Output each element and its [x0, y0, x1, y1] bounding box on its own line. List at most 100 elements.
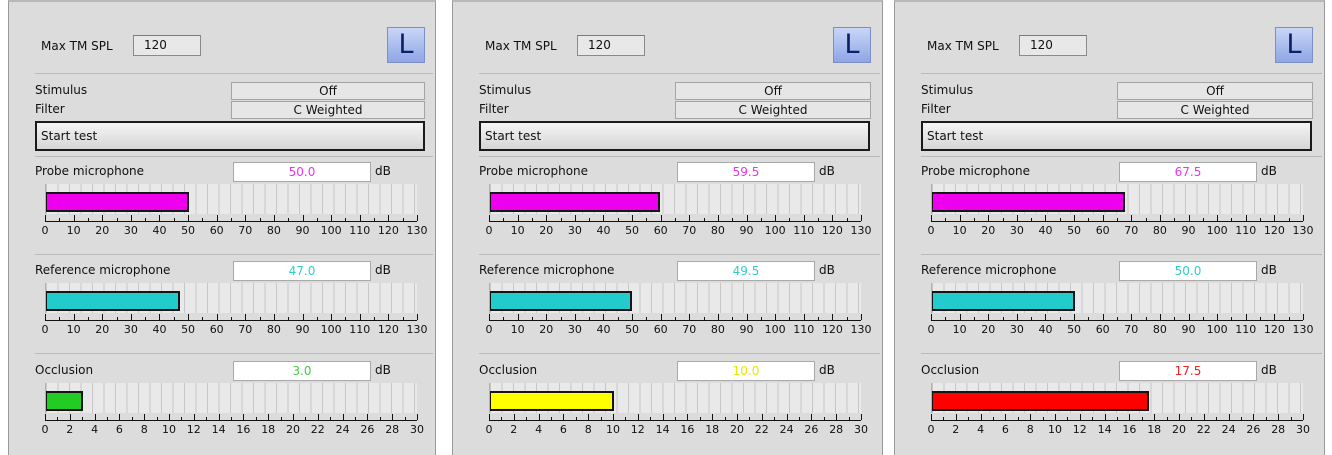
axis-tick	[194, 414, 195, 420]
axis-tick-label: 50	[1067, 323, 1082, 336]
axis-tick-label: 130	[1292, 323, 1314, 336]
axis-tick	[489, 414, 490, 420]
axis-tick	[663, 414, 664, 420]
axis-tick	[417, 215, 418, 221]
stimulus-value: Off	[1117, 82, 1313, 100]
axis-tick	[775, 215, 776, 221]
axis-tick-label: 50	[181, 323, 196, 336]
max-tm-spl-field[interactable]: 120	[1019, 35, 1087, 56]
axis-tick	[1217, 314, 1218, 320]
axis-tick	[638, 414, 639, 420]
occlusion-axis	[931, 414, 1304, 421]
separator	[35, 254, 433, 255]
axis-tick	[503, 317, 504, 320]
max-tm-spl-field[interactable]: 120	[577, 35, 645, 56]
axis-tick	[661, 314, 662, 320]
probe-microphone-axis	[489, 215, 862, 222]
axis-tick-label: 60	[209, 323, 224, 336]
max-tm-spl-field[interactable]: 120	[133, 35, 201, 56]
filter-label: Filter	[479, 102, 509, 116]
axis-tick	[159, 314, 160, 320]
axis-tick	[539, 414, 540, 420]
axis-tick-label: 70	[1124, 323, 1139, 336]
axis-tick	[260, 317, 261, 320]
axis-tick-label: 130	[850, 224, 872, 237]
axis-tick	[274, 314, 275, 320]
probe-microphone-value: 50.0	[233, 162, 371, 182]
axis-tick-label: 4	[535, 423, 543, 436]
axis-tick	[1266, 417, 1267, 420]
axis-tick	[700, 417, 701, 420]
axis-tick	[732, 317, 733, 320]
axis-tick-label: 2	[952, 423, 960, 436]
axis-tick	[774, 417, 775, 420]
axis-tick	[775, 314, 776, 320]
start-test-button[interactable]: Start test	[921, 121, 1312, 151]
axis-tick-label: 50	[625, 224, 640, 237]
left-ear-button[interactable]: L	[387, 27, 425, 63]
axis-tick-label: 100	[1206, 224, 1228, 237]
axis-tick	[514, 414, 515, 420]
start-test-button[interactable]: Start test	[35, 121, 425, 151]
axis-tick	[943, 417, 944, 420]
axis-tick-label: 26	[360, 423, 375, 436]
axis-tick	[1088, 218, 1089, 221]
axis-tick-label: 100	[1206, 323, 1228, 336]
axis-tick-label: 24	[779, 423, 794, 436]
axis-tick	[102, 314, 103, 320]
filter-value[interactable]: C Weighted	[675, 101, 871, 119]
axis-tick	[1189, 314, 1190, 320]
axis-tick-label: 30	[567, 224, 582, 237]
axis-tick	[1204, 414, 1205, 420]
axis-tick	[45, 414, 46, 420]
axis-tick	[503, 218, 504, 221]
axis-tick	[119, 414, 120, 420]
axis-tick	[526, 417, 527, 420]
axis-tick	[1303, 215, 1304, 221]
axis-tick	[1303, 314, 1304, 320]
left-ear-button[interactable]: L	[833, 27, 871, 63]
axis-tick	[931, 215, 932, 221]
axis-tick-label: 50	[625, 323, 640, 336]
axis-tick-label: 120	[1263, 224, 1285, 237]
separator	[479, 156, 880, 157]
axis-tick-label: 100	[320, 224, 342, 237]
axis-tick-label: 100	[320, 323, 342, 336]
axis-tick	[1045, 215, 1046, 221]
axis-tick	[945, 317, 946, 320]
axis-tick-label: 18	[705, 423, 720, 436]
probe-microphone-level-bar	[932, 192, 1125, 212]
occlusion-level-bar	[46, 391, 83, 411]
axis-tick	[405, 417, 406, 420]
occlusion-unit: dB	[819, 363, 835, 377]
separator	[921, 254, 1322, 255]
occlusion-level-track	[489, 383, 861, 413]
axis-tick	[1303, 414, 1304, 420]
axis-tick-label: 0	[485, 224, 493, 237]
axis-tick	[388, 215, 389, 221]
axis-tick	[1103, 215, 1104, 221]
separator	[479, 353, 880, 354]
left-ear-button[interactable]: L	[1275, 27, 1313, 63]
axis-tick	[217, 215, 218, 221]
axis-tick	[689, 215, 690, 221]
axis-tick	[245, 215, 246, 221]
axis-tick	[74, 215, 75, 221]
axis-tick	[360, 215, 361, 221]
reference-microphone-value: 47.0	[233, 261, 371, 281]
filter-value[interactable]: C Weighted	[1117, 101, 1313, 119]
axis-tick	[818, 218, 819, 221]
axis-tick-label: 70	[1124, 224, 1139, 237]
separator	[479, 73, 880, 74]
axis-tick	[1080, 414, 1081, 420]
axis-tick	[88, 218, 89, 221]
axis-tick	[303, 215, 304, 221]
axis-tick	[245, 314, 246, 320]
start-test-button[interactable]: Start test	[479, 121, 870, 151]
axis-tick	[331, 215, 332, 221]
occlusion-axis	[489, 414, 862, 421]
axis-tick-label: 110	[349, 224, 371, 237]
axis-tick	[563, 414, 564, 420]
axis-tick	[575, 314, 576, 320]
filter-value[interactable]: C Weighted	[231, 101, 425, 119]
